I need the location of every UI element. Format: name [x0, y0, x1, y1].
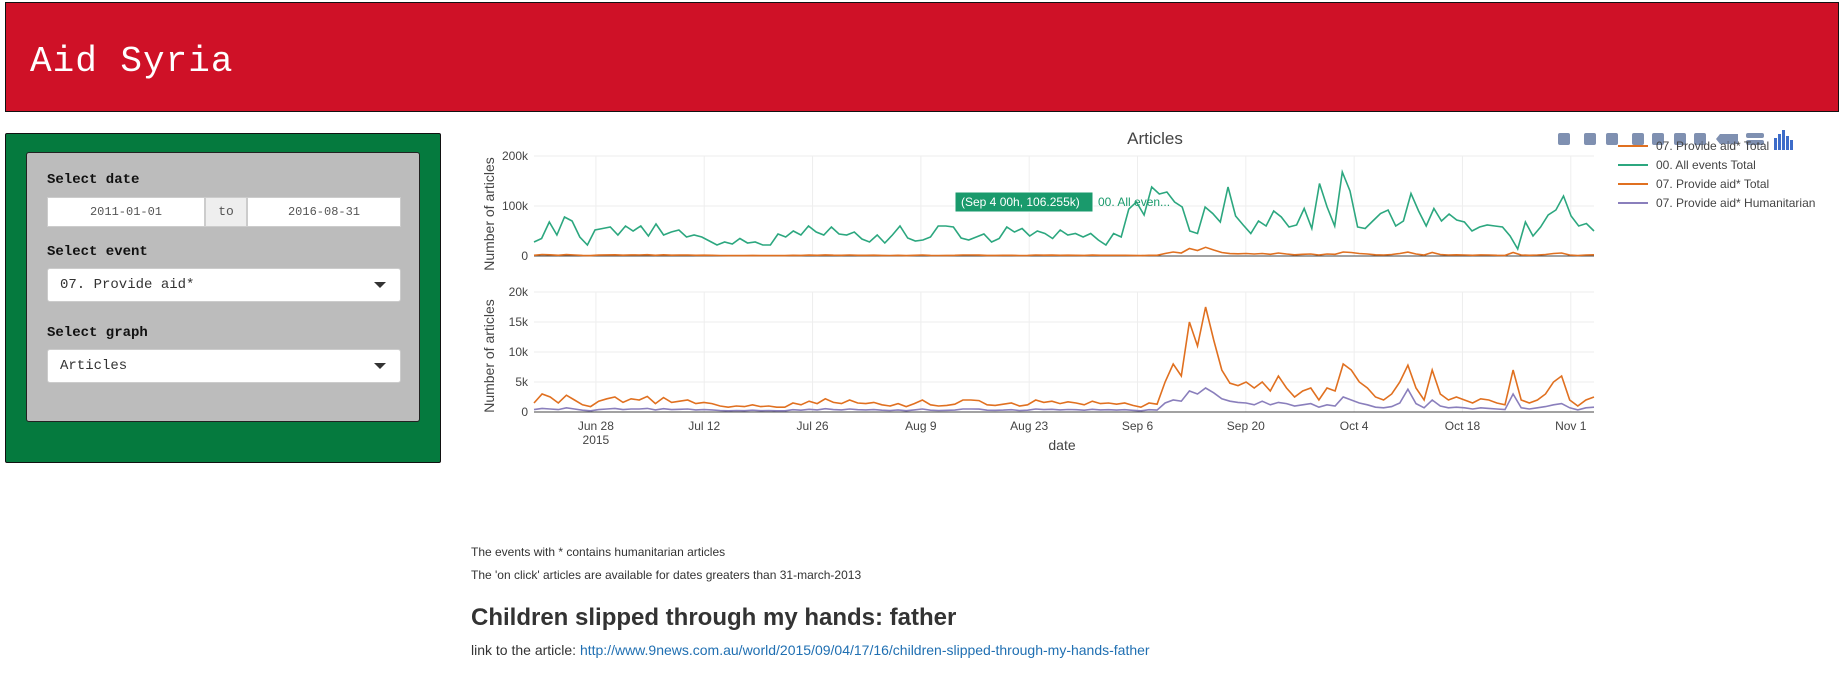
- article-link[interactable]: http://www.9news.com.au/world/2015/09/04…: [580, 642, 1150, 658]
- date-label: Select date: [47, 172, 140, 188]
- bottom-y-tick-label: 15k: [509, 315, 529, 329]
- zoom-in-icon: [1632, 133, 1644, 145]
- bottom-y-tick-label: 10k: [509, 345, 529, 359]
- bottom-y-tick-label: 20k: [509, 285, 529, 299]
- date-to-separator: to: [205, 197, 247, 227]
- bottom-y-axis-title: Number of articles: [481, 299, 497, 413]
- x-axis-title: date: [1048, 437, 1075, 453]
- logo-bar: [1790, 140, 1793, 150]
- top-y-tick-label: 0: [521, 249, 528, 263]
- camera-icon: [1558, 133, 1570, 145]
- control-panel: Select date 2011-01-01 to 2016-08-31 Sel…: [26, 152, 420, 422]
- graph-label: Select graph: [47, 325, 148, 341]
- logo-bar: [1778, 134, 1781, 150]
- top-y-tick-label: 100k: [502, 199, 529, 213]
- graph-select[interactable]: Articles: [47, 349, 401, 383]
- sidebar: Select date 2011-01-01 to 2016-08-31 Sel…: [5, 133, 441, 463]
- x-tick-label: Nov 1: [1555, 419, 1587, 433]
- icon-shape: [1584, 133, 1596, 145]
- x-year-label: 2015: [583, 433, 610, 447]
- icon-shape: [1632, 133, 1644, 145]
- series-humanitarian-bottom: [533, 387, 1595, 412]
- legend[interactable]: 07. Provide aid* Total 00. All events Tot…: [1618, 139, 1815, 210]
- x-tick-label: Aug 23: [1010, 419, 1048, 433]
- article-link-prefix: link to the article:: [471, 642, 580, 658]
- note-on-click: The 'on click' articles are available fo…: [471, 568, 862, 582]
- x-tick-label: Oct 4: [1340, 419, 1369, 433]
- event-label: Select event: [47, 244, 148, 260]
- event-select-value: 07. Provide aid*: [60, 277, 195, 293]
- app-title: Aid Syria: [30, 41, 234, 82]
- bottom-plot-grid: [534, 291, 1594, 413]
- legend-item: 07. Provide aid* Total: [1656, 177, 1769, 191]
- zoom-icon: [1584, 133, 1596, 145]
- pan-icon: [1606, 133, 1618, 145]
- date-start-input[interactable]: 2011-01-01: [47, 197, 205, 227]
- hover-series-name: 00. All even...: [1098, 195, 1170, 209]
- logo-bar: [1782, 130, 1785, 150]
- x-tick-label: Sep 6: [1122, 419, 1154, 433]
- app-header: Aid Syria: [5, 2, 1839, 112]
- series-provide-aid-top: [533, 246, 1595, 257]
- bottom-y-tick-label: 5k: [515, 375, 529, 389]
- chevron-down-icon: [374, 363, 386, 369]
- bottom-y-tick-label: 0: [521, 405, 528, 419]
- legend-item: 07. Provide aid* Total: [1656, 139, 1769, 153]
- articles-chart[interactable]: Articles Jun 28 2015 Jul 12 Jul 26 Aug 9 Aug …: [460, 120, 1844, 540]
- legend-item: 00. All events Total: [1656, 158, 1756, 172]
- event-select[interactable]: 07. Provide aid*: [47, 268, 401, 302]
- legend-item: 07. Provide aid* Humanitarian: [1656, 196, 1815, 210]
- x-tick-label: Sep 20: [1227, 419, 1265, 433]
- logo-bar: [1774, 138, 1777, 150]
- icon-shape: [1606, 133, 1618, 145]
- hover-text: (Sep 4 00h, 106.255k): [961, 195, 1080, 209]
- x-tick-label: Oct 18: [1445, 419, 1481, 433]
- top-y-tick-label: 200k: [502, 149, 529, 163]
- chart-svg[interactable]: Articles Jun 282015 Jul 12 Jul 26 Aug 9 Aug …: [460, 120, 1844, 540]
- note-humanitarian: The events with * contains humanitarian …: [471, 545, 726, 559]
- chevron-down-icon: [374, 282, 386, 288]
- plotly-logo-icon: [1774, 130, 1793, 150]
- x-tick-label: Jun 28: [578, 419, 614, 433]
- icon-shape: [1746, 133, 1764, 138]
- icon-shape: [1558, 133, 1570, 145]
- x-tick-label: Jul 26: [797, 419, 829, 433]
- x-tick-label: Jul 12: [688, 419, 720, 433]
- x-tick-label: Aug 9: [905, 419, 937, 433]
- article-title: Children slipped through my hands: fathe…: [471, 604, 957, 631]
- top-y-axis-title: Number of articles: [481, 157, 497, 271]
- date-end-input[interactable]: 2016-08-31: [247, 197, 401, 227]
- chart-title: Articles: [1127, 129, 1183, 148]
- graph-select-value: Articles: [60, 358, 128, 374]
- article-link-row: link to the article: http://www.9news.co…: [471, 642, 1150, 658]
- logo-bar: [1786, 136, 1789, 150]
